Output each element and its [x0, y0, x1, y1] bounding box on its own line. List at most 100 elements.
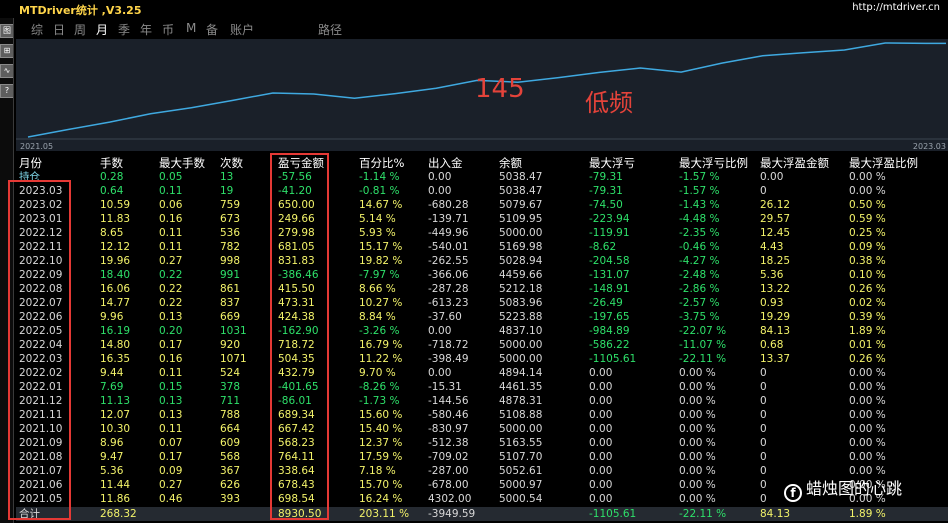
table-row[interactable]: 2021.08 9.47 0.17 568 764.11 17.59 % -709.02 51…: [16, 450, 948, 464]
cell-max-floating-profit: 29.57: [760, 213, 791, 225]
cell-lots: 9.44: [100, 367, 124, 379]
cell-max-drawdown-pct: 0.00 %: [679, 409, 716, 421]
cell-lots: 16.19: [100, 325, 131, 337]
column-header-max-lots[interactable]: 最大手数: [159, 156, 205, 170]
menu-tab[interactable]: 路径: [318, 21, 342, 38]
menu-tab[interactable]: 年: [140, 21, 152, 38]
grid-tool-button[interactable]: ⊞: [0, 44, 14, 58]
menu-tab[interactable]: M: [186, 21, 196, 35]
column-header-month[interactable]: 月份: [19, 156, 42, 170]
cell-max-lots: 0.13: [159, 311, 183, 323]
table-row[interactable]: 2022.03 16.35 0.16 1071 504.35 11.22 % -398.49…: [16, 352, 948, 366]
cell-max-lots: 0.07: [159, 437, 183, 449]
cell-percent: 8.66 %: [359, 283, 396, 295]
cell-max-lots: 0.46: [159, 493, 183, 505]
cell-lots: 9.96: [100, 311, 124, 323]
app-url-link[interactable]: http://mtdriver.cn: [852, 2, 940, 13]
table-row[interactable]: 2021.10 10.30 0.11 664 667.42 15.40 % -830.97 5…: [16, 422, 948, 436]
x-tick-start: 2021.05: [20, 142, 53, 151]
cell-max-floating-profit: 0.68: [760, 339, 784, 351]
cell-max-lots: 0.13: [159, 409, 183, 421]
cell-max-lots: 0.27: [159, 479, 183, 491]
column-header-max-floating-profit[interactable]: 最大浮盈金额: [760, 156, 829, 170]
column-header-max-drawdown-pct[interactable]: 最大浮亏比例: [679, 156, 748, 170]
cell-count: 524: [220, 367, 241, 379]
menu-tab[interactable]: 备: [206, 21, 218, 38]
cell-max-floating-profit: 26.12: [760, 199, 791, 211]
cell-balance: 5038.47: [499, 171, 543, 183]
table-row[interactable]: 2022.05 16.19 0.20 1031 -162.90 -3.26 % 0.00 48…: [16, 324, 948, 338]
cell-lots: 14.77: [100, 297, 131, 309]
column-header-lots[interactable]: 手数: [100, 156, 123, 170]
cell-max-floating-profit-pct: 0.39 %: [849, 311, 886, 323]
cell-balance: 5000.97: [499, 479, 543, 491]
help-button[interactable]: ?: [0, 84, 14, 98]
cell-deposit: -830.97: [428, 423, 469, 435]
cell-deposit: 0.00: [428, 171, 452, 183]
table-row[interactable]: 2023.02 10.59 0.06 759 650.00 14.67 % -680.28 5…: [16, 198, 948, 212]
table-row[interactable]: 2022.09 18.40 0.22 991 -386.46 -7.97 % -366.06…: [16, 268, 948, 282]
cell-lots: 10.59: [100, 199, 131, 211]
menu-tab[interactable]: 日: [53, 21, 65, 38]
column-header-percent[interactable]: 百分比%: [359, 156, 404, 170]
table-row[interactable]: 2022.07 14.77 0.22 837 473.31 10.27 % -613.23 5…: [16, 296, 948, 310]
cell-max-lots: 0.22: [159, 297, 183, 309]
table-row[interactable]: 2022.11 12.12 0.11 782 681.05 15.17 % -540.01 5…: [16, 240, 948, 254]
column-header-count[interactable]: 次数: [220, 156, 243, 170]
menu-tab[interactable]: 账户: [230, 21, 254, 38]
cell-deposit: 4302.00: [428, 493, 472, 505]
cell-max-drawdown: 0.00: [589, 437, 613, 449]
cell-percent: -0.81 %: [359, 185, 400, 197]
cell-lots: 16.35: [100, 353, 131, 365]
column-header-max-floating-profit-pct[interactable]: 最大浮盈比例: [849, 156, 918, 170]
cell-max-drawdown-pct: 0.00 %: [679, 493, 716, 505]
cell-percent: -1.14 %: [359, 171, 400, 183]
table-row[interactable]: 2022.01 7.69 0.15 378 -401.65 -8.26 % -15.31 44…: [16, 380, 948, 394]
cell-balance: 5000.00: [499, 423, 543, 435]
cell-max-floating-profit: 0: [760, 465, 767, 477]
cell-max-floating-profit-pct: 0.00 %: [849, 423, 886, 435]
cell-max-floating-profit: 5.36: [760, 269, 784, 281]
column-header-balance[interactable]: 余额: [499, 156, 522, 170]
cell-max-floating-profit: 12.45: [760, 227, 791, 239]
menu-tab[interactable]: 币: [162, 21, 174, 38]
table-row[interactable]: 2023.03 0.64 0.11 19 -41.20 -0.81 % 0.00 5038.4…: [16, 184, 948, 198]
cell-lots: 8.65: [100, 227, 124, 239]
cell-lots: 19.96: [100, 255, 131, 267]
table-row[interactable]: 2022.08 16.06 0.22 861 415.50 8.66 % -287.28 52…: [16, 282, 948, 296]
cell-max-floating-profit: 0: [760, 367, 767, 379]
cell-balance: 5000.00: [499, 353, 543, 365]
table-row[interactable]: 2023.01 11.83 0.16 673 249.66 5.14 % -139.71 51…: [16, 212, 948, 226]
cell-count: 1031: [220, 325, 247, 337]
cell-deposit: -540.01: [428, 241, 469, 253]
cell-max-floating-profit-pct: 0.59 %: [849, 213, 886, 225]
cell-percent: 17.59 %: [359, 451, 403, 463]
table-row[interactable]: 2022.10 19.96 0.27 998 831.83 19.82 % -262.55 5…: [16, 254, 948, 268]
cell-max-floating-profit-pct: 0.09 %: [849, 241, 886, 253]
table-row[interactable]: 2022.04 14.80 0.17 920 718.72 16.79 % -718.72 5…: [16, 338, 948, 352]
menu-tab[interactable]: 季: [118, 21, 130, 38]
cell-count: 393: [220, 493, 241, 505]
cell-balance: 4837.10: [499, 325, 543, 337]
cell-percent: 16.24 %: [359, 493, 403, 505]
table-row[interactable]: 2021.12 11.13 0.13 711 -86.01 -1.73 % -144.56 4…: [16, 394, 948, 408]
curve-tool-button[interactable]: ∿: [0, 64, 14, 78]
cell-deposit: -718.72: [428, 339, 469, 351]
cell-max-floating-profit: 18.25: [760, 255, 791, 267]
cell-deposit: -139.71: [428, 213, 469, 225]
chart-tool-button[interactable]: 图: [0, 24, 14, 38]
table-row[interactable]: 2022.06 9.96 0.13 669 424.38 8.84 % -37.60 5223…: [16, 310, 948, 324]
cell-max-lots: 0.11: [159, 241, 183, 253]
column-header-max-drawdown[interactable]: 最大浮亏: [589, 156, 635, 170]
table-row[interactable]: 2022.02 9.44 0.11 524 432.79 9.70 % 0.00 4894.1…: [16, 366, 948, 380]
table-row[interactable]: 2021.11 12.07 0.13 788 689.34 15.60 % -580.46 5…: [16, 408, 948, 422]
menu-tab[interactable]: 月: [96, 21, 108, 38]
cell-max-floating-profit-pct: 0.00 %: [849, 367, 886, 379]
menu-tab[interactable]: 周: [74, 21, 86, 38]
table-row[interactable]: 2022.12 8.65 0.11 536 279.98 5.93 % -449.96 500…: [16, 226, 948, 240]
menu-tab[interactable]: 综: [31, 21, 43, 38]
column-header-deposit[interactable]: 出入金: [428, 156, 463, 170]
table-row[interactable]: 2021.09 8.96 0.07 609 568.23 12.37 % -512.38 51…: [16, 436, 948, 450]
cell-max-drawdown-pct: 0.00 %: [679, 367, 716, 379]
cell-max-drawdown-pct: 0.00 %: [679, 479, 716, 491]
